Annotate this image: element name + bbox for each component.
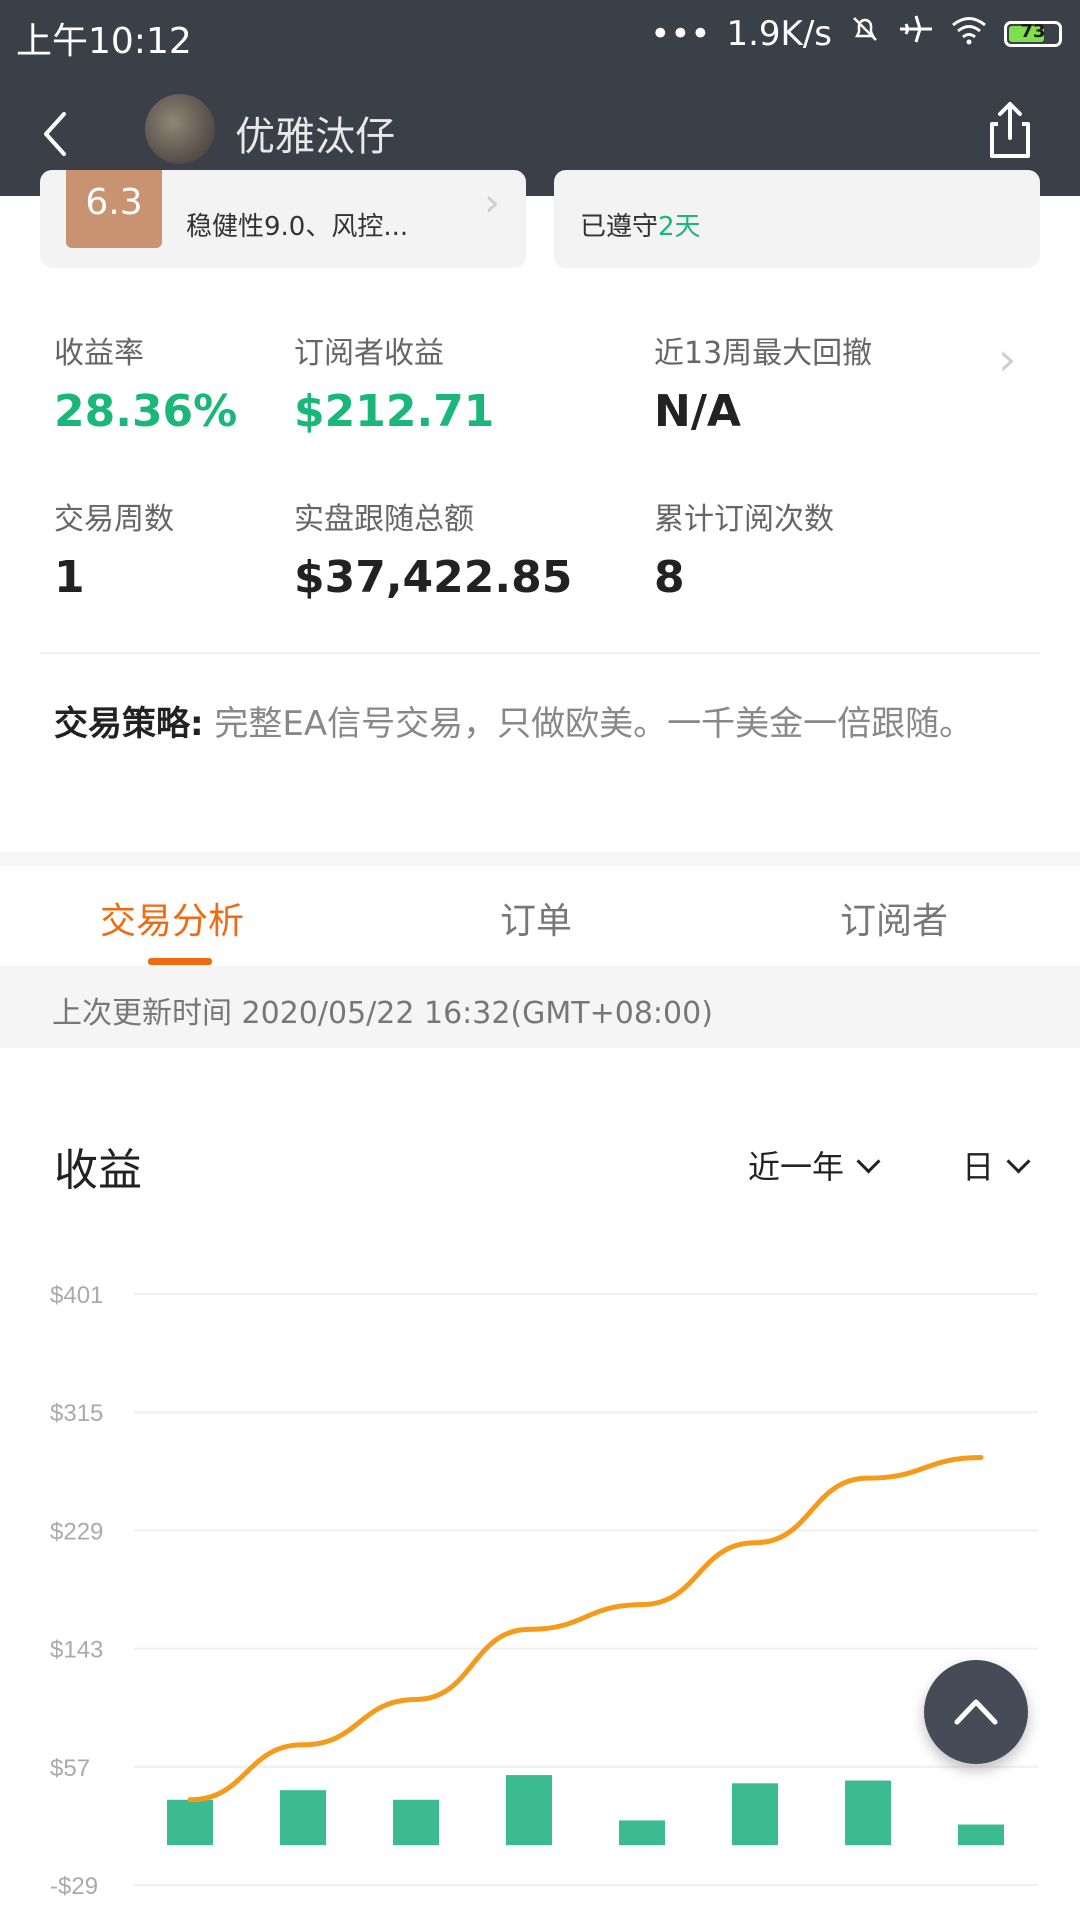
y-tick-label: $315 xyxy=(50,1400,103,1427)
chart-title: 收益 xyxy=(54,1145,142,1196)
stat-value: 28.36% xyxy=(54,386,238,437)
range-dropdown[interactable]: 近一年 xyxy=(748,1142,881,1188)
stat-label: 实盘跟随总额 xyxy=(294,502,474,537)
bar xyxy=(506,1775,552,1846)
divider xyxy=(40,652,1040,654)
bar xyxy=(619,1820,665,1846)
status-time: 上午10:12 xyxy=(16,21,192,62)
section-separator xyxy=(0,852,1080,866)
strategy-body: 完整EA信号交易，只做欧美。一千美金一倍跟随。 xyxy=(214,704,974,744)
y-tick-label: -$29 xyxy=(50,1873,98,1900)
net-speed: 1.9K/s xyxy=(726,13,832,54)
share-button[interactable] xyxy=(980,94,1040,164)
stat-value: 8 xyxy=(654,552,685,603)
profit-chart: $401 $315 $229 $143 $57 -$29 xyxy=(50,1282,1038,1900)
bar xyxy=(958,1824,1004,1846)
battery-level: 73 xyxy=(1020,20,1046,42)
stat-max-drawdown[interactable]: 近13周最大回撤 N/A xyxy=(654,328,872,437)
chevron-up-icon xyxy=(954,1699,998,1725)
bar xyxy=(280,1790,326,1846)
stat-label: 近13周最大回撤 xyxy=(654,336,873,371)
back-button[interactable] xyxy=(30,98,90,168)
stat-label: 交易周数 xyxy=(54,502,174,537)
granularity-value: 日 xyxy=(962,1148,995,1186)
stat-value: 1 xyxy=(54,552,85,603)
update-time: 上次更新时间 2020/05/22 16:32(GMT+08:00) xyxy=(52,996,713,1031)
compliance-card: 已遵守2天 xyxy=(554,170,1040,268)
mute-bell-icon xyxy=(848,12,882,55)
stat-label: 累计订阅次数 xyxy=(654,502,834,537)
bar xyxy=(393,1799,439,1846)
tab-orders[interactable]: 订单 xyxy=(500,892,572,944)
stat-value: N/A xyxy=(654,386,741,437)
scroll-top-button[interactable] xyxy=(924,1660,1028,1764)
stat-label: 收益率 xyxy=(54,336,144,371)
share-icon xyxy=(990,102,1030,158)
avatar[interactable] xyxy=(145,94,215,164)
y-tick-label: $229 xyxy=(50,1518,103,1545)
stat-value: $37,422.85 xyxy=(294,552,573,603)
granularity-dropdown[interactable]: 日 xyxy=(962,1142,1031,1188)
stat-subs-count: 累计订阅次数 8 xyxy=(654,494,834,603)
chevron-left-icon xyxy=(44,112,66,156)
battery-icon: 73 xyxy=(1004,20,1062,47)
chevron-down-icon xyxy=(1006,1149,1031,1174)
range-value: 近一年 xyxy=(748,1148,845,1186)
rating-card[interactable]: 6.3 稳健性9.0、风控... › xyxy=(40,170,526,268)
stat-follow-total: 实盘跟随总额 $37,422.85 xyxy=(294,494,572,603)
tab-bar: 交易分析 订单 订阅者 xyxy=(0,866,1080,966)
update-bar: 上次更新时间 2020/05/22 16:32(GMT+08:00) xyxy=(0,966,1080,1048)
bar xyxy=(167,1799,213,1846)
stat-weeks: 交易周数 1 xyxy=(54,494,174,603)
chevron-down-icon xyxy=(856,1149,881,1174)
series-line xyxy=(187,1455,984,1803)
bar xyxy=(845,1780,891,1846)
y-tick-label: $401 xyxy=(50,1282,103,1309)
y-tick-label: $57 xyxy=(50,1755,90,1782)
strategy-text: 交易策略: 完整EA信号交易，只做欧美。一千美金一倍跟随。 xyxy=(54,688,1034,760)
page-title: 优雅汰仔 xyxy=(235,114,395,160)
compliance-text: 已遵守2天 xyxy=(580,212,701,242)
tab-indicator xyxy=(148,958,212,965)
stat-value: $212.71 xyxy=(294,386,495,437)
status-bar: 上午10:12 ••• 1.9K/s 73 xyxy=(0,0,1080,70)
bar xyxy=(732,1783,778,1846)
stat-subscriber-profit: 订阅者收益 $212.71 xyxy=(294,328,494,437)
tab-analysis[interactable]: 交易分析 xyxy=(100,892,244,944)
wifi-icon xyxy=(950,14,988,54)
more-dots-icon: ••• xyxy=(650,13,711,54)
score-badge: 6.3 xyxy=(66,170,162,248)
strategy-label: 交易策略: xyxy=(54,704,204,744)
score-detail: 稳健性9.0、风控... xyxy=(186,212,409,242)
chevron-right-icon: › xyxy=(484,180,500,226)
airplane-icon xyxy=(898,12,934,55)
y-tick-label: $143 xyxy=(50,1637,103,1664)
stat-return: 收益率 28.36% xyxy=(54,328,237,437)
chevron-right-icon[interactable]: › xyxy=(998,332,1016,386)
tab-subscribers[interactable]: 订阅者 xyxy=(840,892,948,944)
stat-label: 订阅者收益 xyxy=(294,336,444,371)
status-icons: ••• 1.9K/s 73 xyxy=(650,12,1062,55)
